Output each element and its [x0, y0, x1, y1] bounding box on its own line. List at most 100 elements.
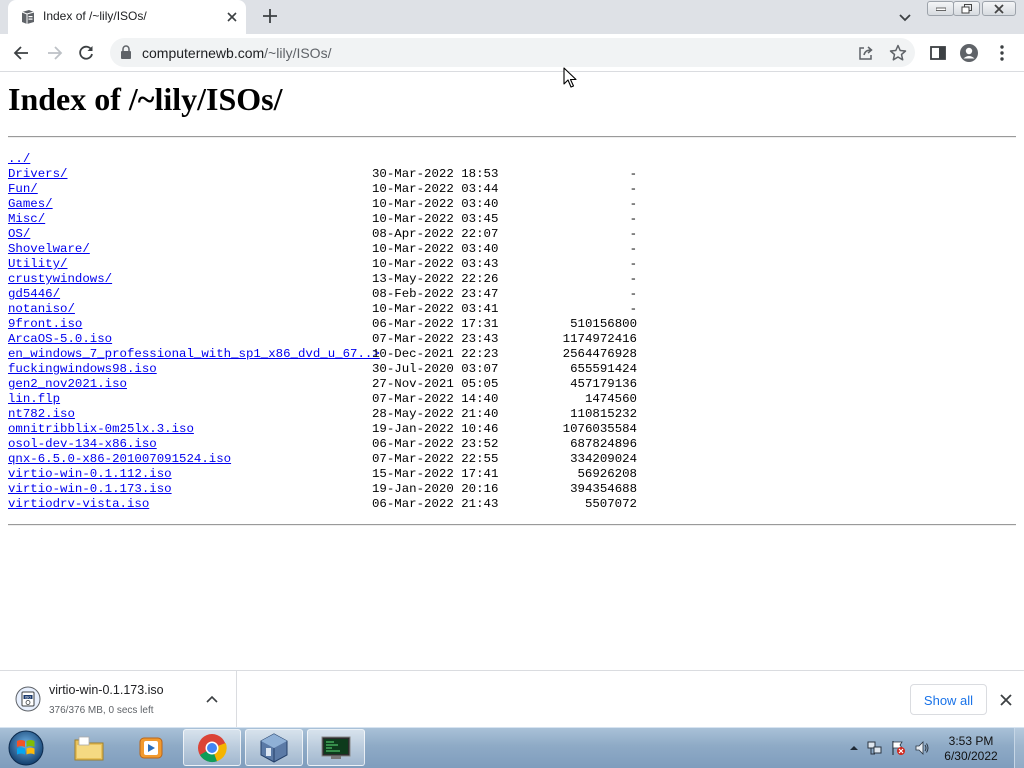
show-all-button[interactable]: Show all — [910, 684, 987, 715]
directory-link[interactable]: Games/ — [8, 197, 53, 212]
file-link[interactable]: virtio-win-0.1.173.iso — [8, 482, 172, 497]
menu-dots-icon[interactable] — [992, 43, 1012, 63]
file-link[interactable]: en_windows_7_professional_with_sp1_x86_d… — [8, 347, 380, 362]
tab-close-icon[interactable] — [224, 9, 240, 25]
file-size: 110815232 — [570, 407, 637, 421]
list-item: 9front.iso 06-Mar-2022 17:31 510156800 — [8, 317, 708, 332]
directory-link[interactable]: Utility/ — [8, 257, 68, 272]
modified-date: 10-Mar-2022 03:43 — [372, 257, 499, 271]
file-size: - — [629, 302, 637, 316]
file-size: - — [629, 227, 637, 241]
modified-date: 27-Nov-2021 05:05 — [372, 377, 499, 391]
download-item[interactable]: ISO virtio-win-0.1.173.iso 376/376 MB, 0… — [0, 671, 237, 728]
browser-tab[interactable]: Index of /~lily/ISOs/ — [8, 0, 246, 34]
tab-search-chevron-icon[interactable] — [897, 9, 913, 25]
new-tab-button[interactable] — [261, 7, 279, 25]
list-item: virtio-win-0.1.173.iso 19-Jan-2020 20:16 3… — [8, 482, 708, 497]
modified-date: 08-Feb-2022 23:47 — [372, 287, 499, 301]
list-item: qnx-6.5.0-x86-201007091524.iso 07-Mar-202… — [8, 452, 708, 467]
file-link[interactable]: virtio-win-0.1.112.iso — [8, 467, 172, 482]
modified-date: 15-Mar-2022 17:41 — [372, 467, 499, 481]
bookmark-star-icon[interactable] — [889, 44, 907, 62]
terminal-monitor-icon[interactable] — [307, 729, 365, 766]
file-size: 56926208 — [577, 467, 638, 481]
file-link[interactable]: nt782.iso — [8, 407, 75, 422]
list-item: virtiodrv-vista.iso 06-Mar-2022 21:43 5507… — [8, 497, 708, 512]
window-close-button[interactable] — [982, 1, 1016, 16]
back-arrow-icon[interactable] — [12, 43, 32, 63]
share-icon[interactable] — [857, 44, 875, 62]
file-size: 457179136 — [570, 377, 637, 391]
forward-arrow-icon[interactable] — [44, 43, 64, 63]
media-player-icon[interactable] — [122, 729, 180, 766]
lock-icon[interactable] — [120, 45, 132, 59]
browser-toolbar: computernewb.com/~lily/ISOs/ — [0, 34, 1024, 72]
list-item: Misc/10-Mar-2022 03:45 - — [8, 212, 708, 227]
clock-time: 3:53 PM — [948, 734, 994, 748]
list-item: OS/08-Apr-2022 22:07 - — [8, 227, 708, 242]
directory-link[interactable]: Misc/ — [8, 212, 45, 227]
download-shelf: ISO virtio-win-0.1.173.iso 376/376 MB, 0… — [0, 670, 1024, 728]
modified-date: 10-Mar-2022 03:41 — [372, 302, 499, 316]
tab-strip: Index of /~lily/ISOs/ — [0, 0, 1024, 34]
file-link[interactable]: omnitribblix-0m25lx.3.iso — [8, 422, 194, 437]
parent-directory-link[interactable]: ../ — [8, 152, 30, 167]
directory-link[interactable]: Drivers/ — [8, 167, 68, 182]
file-link[interactable]: ArcaOS-5.0.iso — [8, 332, 112, 347]
directory-link[interactable]: OS/ — [8, 227, 30, 242]
modified-date: 28-May-2022 21:40 — [372, 407, 499, 421]
chevron-up-icon[interactable] — [205, 693, 219, 707]
network-icon[interactable] — [867, 740, 883, 756]
list-item: Games/10-Mar-2022 03:40 - — [8, 197, 708, 212]
list-item: ../ — [8, 152, 708, 167]
download-filename: virtio-win-0.1.173.iso — [49, 683, 164, 697]
iso-file-icon: ISO — [15, 686, 41, 712]
directory-link[interactable]: notaniso/ — [8, 302, 75, 317]
file-size: 1076035584 — [562, 422, 637, 436]
show-desktop-button[interactable] — [1014, 728, 1024, 768]
file-link[interactable]: qnx-6.5.0-x86-201007091524.iso — [8, 452, 231, 467]
mouse-cursor-icon — [563, 67, 577, 88]
start-orb-icon[interactable] — [6, 729, 46, 767]
directory-link[interactable]: gd5446/ — [8, 287, 60, 302]
profile-avatar-icon[interactable] — [959, 43, 979, 63]
file-link[interactable]: virtiodrv-vista.iso — [8, 497, 149, 512]
modified-date: 10-Mar-2022 03:45 — [372, 212, 499, 226]
virtualbox-icon[interactable] — [245, 729, 303, 766]
show-hidden-icons-icon[interactable] — [846, 740, 862, 756]
file-size: - — [629, 272, 637, 286]
window-restore-button[interactable] — [953, 1, 980, 16]
close-icon[interactable] — [998, 692, 1014, 708]
modified-date: 10-Mar-2022 03:44 — [372, 182, 499, 196]
file-link[interactable]: 9front.iso — [8, 317, 82, 332]
directory-link[interactable]: Fun/ — [8, 182, 38, 197]
file-link[interactable]: gen2_nov2021.iso — [8, 377, 127, 392]
svg-text:ISO: ISO — [25, 695, 31, 699]
file-link[interactable]: osol-dev-134-x86.iso — [8, 437, 157, 452]
window-minimize-button[interactable] — [927, 1, 954, 16]
action-center-flag-icon[interactable] — [890, 740, 906, 756]
windows-explorer-icon[interactable] — [60, 729, 118, 766]
modified-date: 07-Mar-2022 22:55 — [372, 452, 499, 466]
list-item: notaniso/10-Mar-2022 03:41 - — [8, 302, 708, 317]
directory-link[interactable]: Shovelware/ — [8, 242, 90, 257]
file-link[interactable]: fuckingwindows98.iso — [8, 362, 157, 377]
reload-icon[interactable] — [76, 43, 96, 63]
modified-date: 07-Mar-2022 23:43 — [372, 332, 499, 346]
taskbar-clock[interactable]: 3:53 PM 6/30/2022 — [925, 734, 1017, 764]
address-bar[interactable]: computernewb.com/~lily/ISOs/ — [110, 38, 915, 67]
url-text[interactable]: computernewb.com/~lily/ISOs/ — [142, 45, 331, 61]
file-size: 687824896 — [570, 437, 637, 451]
modified-date: 19-Jan-2020 20:16 — [372, 482, 499, 496]
list-item: osol-dev-134-x86.iso 06-Mar-2022 23:52 687… — [8, 437, 708, 452]
side-panel-icon[interactable] — [928, 43, 948, 63]
list-item: Fun/10-Mar-2022 03:44 - — [8, 182, 708, 197]
directory-link[interactable]: crustywindows/ — [8, 272, 112, 287]
modified-date: 06-Mar-2022 17:31 — [372, 317, 499, 331]
file-size: - — [629, 242, 637, 256]
modified-date: 10-Mar-2022 03:40 — [372, 242, 499, 256]
chrome-icon[interactable] — [183, 729, 241, 766]
file-size: 510156800 — [570, 317, 637, 331]
file-link[interactable]: lin.flp — [8, 392, 60, 407]
modified-date: 06-Mar-2022 21:43 — [372, 497, 499, 511]
